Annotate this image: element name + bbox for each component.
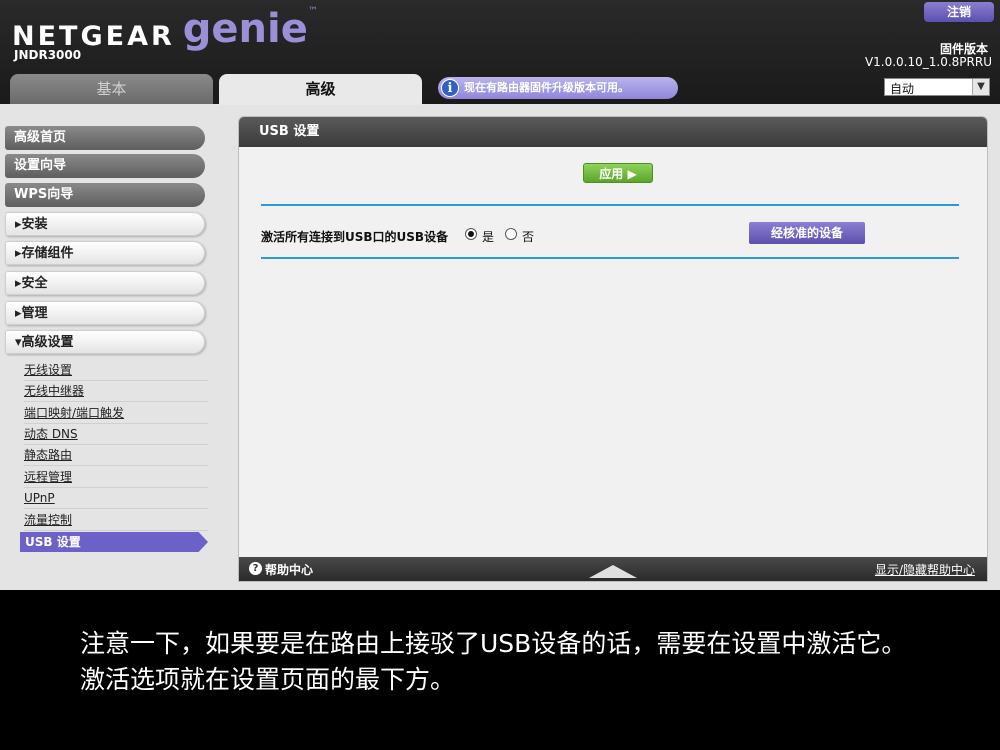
tab-basic[interactable]: 基本	[10, 74, 213, 104]
usb-settings-panel: USB 设置 应用 ▶ 激活所有连接到USB口的USB设备 是 否 经核准的设备…	[238, 116, 988, 582]
sidebar-subitem-dynamic-dns[interactable]: 动态 DNS	[24, 424, 208, 445]
sidebar-subitem-traffic-meter[interactable]: 流量控制	[24, 510, 208, 531]
language-select[interactable]: 自动 ▼	[884, 78, 990, 96]
sidebar-subitem-remote-management[interactable]: 远程管理	[24, 467, 208, 488]
expand-help-arrow-icon[interactable]	[589, 565, 637, 578]
page-title: USB 设置	[239, 117, 987, 147]
approved-devices-button[interactable]: 经核准的设备	[749, 222, 865, 244]
caption: 注意一下，如果要是在路由上接驳了USB设备的话，需要在设置中激活它。 激活选项就…	[80, 626, 970, 698]
logout-button[interactable]: 注销	[924, 2, 994, 22]
divider-bottom	[261, 257, 959, 259]
model-name: JNDR3000	[14, 48, 82, 62]
netgear-genie-logo: NETGEAR genie™	[12, 6, 318, 52]
sidebar-item-wps-wizard[interactable]: WPS向导	[5, 183, 205, 207]
sidebar-subitem-upnp[interactable]: UPnP	[24, 488, 208, 509]
radio-yes-label: 是	[482, 230, 495, 244]
sidebar-item-setup-wizard[interactable]: 设置向导	[5, 154, 205, 178]
router-admin-window: NETGEAR genie™ JNDR3000 注销 固件版本 V1.0.0.10…	[0, 0, 1000, 590]
help-icon: ?	[249, 562, 262, 575]
tab-advanced[interactable]: 高级	[219, 74, 422, 105]
sidebar-subitem-usb-settings[interactable]: USB 设置	[20, 532, 208, 552]
info-icon: i	[441, 79, 459, 97]
sidebar-item-setup[interactable]: ▸安装	[5, 212, 205, 236]
caption-line-1: 注意一下，如果要是在路由上接驳了USB设备的话，需要在设置中激活它。	[80, 629, 907, 658]
panel-footer: ? 帮助中心 显示/隐藏帮助中心	[239, 557, 987, 581]
sidebar-item-administration[interactable]: ▸管理	[5, 301, 205, 325]
help-center-label: 帮助中心	[265, 563, 314, 577]
trademark-mark: ™	[307, 6, 318, 17]
radio-no[interactable]	[505, 228, 517, 240]
sidebar-item-advanced-setup[interactable]: ▾高级设置	[5, 330, 205, 354]
firmware-update-text: 现在有路由器固件升级版本可用。	[464, 81, 629, 94]
caption-line-2: 激活选项就在设置页面的最下方。	[80, 665, 456, 694]
toggle-help-link[interactable]: 显示/隐藏帮助中心	[875, 561, 975, 578]
sidebar-subitem-wireless-settings[interactable]: 无线设置	[24, 360, 208, 381]
brand-genie: genie	[182, 6, 308, 52]
sidebar-item-advanced-home[interactable]: 高级首页	[5, 126, 205, 150]
sidebar-item-usb-storage[interactable]: ▸存储组件	[5, 241, 205, 265]
sidebar-subitem-wireless-repeater[interactable]: 无线中继器	[24, 381, 208, 402]
chevron-down-icon[interactable]: ▼	[972, 79, 989, 95]
firmware-update-notice[interactable]: i 现在有路由器固件升级版本可用。	[438, 77, 678, 99]
usb-activate-label: 激活所有连接到USB口的USB设备	[261, 230, 449, 244]
sidebar-item-security[interactable]: ▸安全	[5, 271, 205, 295]
header: NETGEAR genie™ JNDR3000 注销 固件版本 V1.0.0.10…	[0, 0, 1000, 105]
divider-top	[261, 204, 959, 206]
radio-no-label: 否	[522, 230, 535, 244]
sidebar-subitem-static-routes[interactable]: 静态路由	[24, 445, 208, 466]
radio-yes[interactable]	[465, 228, 477, 240]
firmware-version: V1.0.0.10_1.0.8PRRU	[864, 55, 992, 69]
sidebar-subitem-port-forwarding[interactable]: 端口映射/端口触发	[24, 403, 208, 424]
apply-button[interactable]: 应用 ▶	[583, 163, 653, 183]
language-selected-value: 自动	[890, 82, 915, 96]
